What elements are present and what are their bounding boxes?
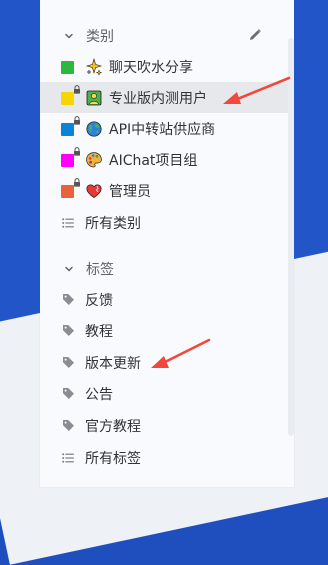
lock-icon <box>74 146 80 156</box>
all-categories-label: 所有类别 <box>85 215 141 232</box>
category-color-swatch <box>61 84 80 105</box>
tag-label: 官方教程 <box>85 418 141 435</box>
chevron-down-icon[interactable] <box>60 27 78 45</box>
heart-icon <box>85 182 103 200</box>
category-label: API中转站供应商 <box>109 121 216 138</box>
categories-section-header[interactable]: 类别 <box>40 21 280 51</box>
tag-label: 版本更新 <box>85 355 141 372</box>
category-color-swatch <box>61 60 75 74</box>
tags-title: 标签 <box>86 262 114 278</box>
tags-section-header[interactable]: 标签 <box>40 254 280 284</box>
sidebar-item-tag[interactable]: 反馈 <box>40 284 292 315</box>
tag-icon <box>61 356 75 370</box>
lock-icon <box>74 115 80 125</box>
sparkles-icon <box>85 57 103 76</box>
sidebar-item-category-active[interactable]: 专业版内测用户 <box>40 82 292 113</box>
all-categories-link[interactable]: 所有类别 <box>40 207 292 238</box>
tag-label: 反馈 <box>85 292 113 309</box>
tag-icon <box>61 293 75 307</box>
sidebar-item-category[interactable]: AIChat项目组 <box>40 144 292 175</box>
tag-label: 教程 <box>85 323 113 340</box>
sidebar-item-tag[interactable]: 版本更新 <box>40 347 292 378</box>
category-color-swatch <box>61 115 80 136</box>
sidebar-item-tag[interactable]: 官方教程 <box>40 410 292 441</box>
lock-icon <box>74 84 80 94</box>
tag-icon <box>61 419 75 433</box>
list-icon <box>61 216 75 230</box>
chevron-down-icon[interactable] <box>60 260 78 278</box>
category-label: 管理员 <box>109 183 151 200</box>
category-label: AIChat项目组 <box>109 152 198 169</box>
sidebar-item-tag[interactable]: 教程 <box>40 315 292 346</box>
sidebar-scrollbar[interactable] <box>288 38 294 436</box>
category-label: 专业版内测用户 <box>109 90 207 107</box>
pencil-edit-icon[interactable] <box>248 28 264 44</box>
palette-icon <box>85 151 103 169</box>
tag-icon <box>61 324 75 338</box>
all-tags-link[interactable]: 所有标签 <box>40 442 292 473</box>
sidebar-item-category[interactable]: 聊天吹水分享 <box>40 51 292 82</box>
lock-icon <box>74 177 80 187</box>
sidebar-item-tag[interactable]: 公告 <box>40 378 292 409</box>
tag-icon <box>61 387 75 401</box>
globe-icon <box>85 120 103 138</box>
sidebar-item-category[interactable]: API中转站供应商 <box>40 113 292 144</box>
categories-title: 类别 <box>86 29 114 45</box>
sidebar-panel: 类别 聊天吹水分享 专业版内测用户 API中转站供应商 AIChat项目组 管理… <box>40 0 294 487</box>
list-icon <box>61 451 75 465</box>
category-color-swatch <box>61 146 80 167</box>
sidebar-item-category[interactable]: 管理员 <box>40 175 292 206</box>
adult-person-icon <box>85 89 103 107</box>
category-color-swatch <box>61 177 80 198</box>
tag-label: 公告 <box>85 386 113 403</box>
category-label: 聊天吹水分享 <box>109 59 193 76</box>
all-tags-label: 所有标签 <box>85 450 141 467</box>
